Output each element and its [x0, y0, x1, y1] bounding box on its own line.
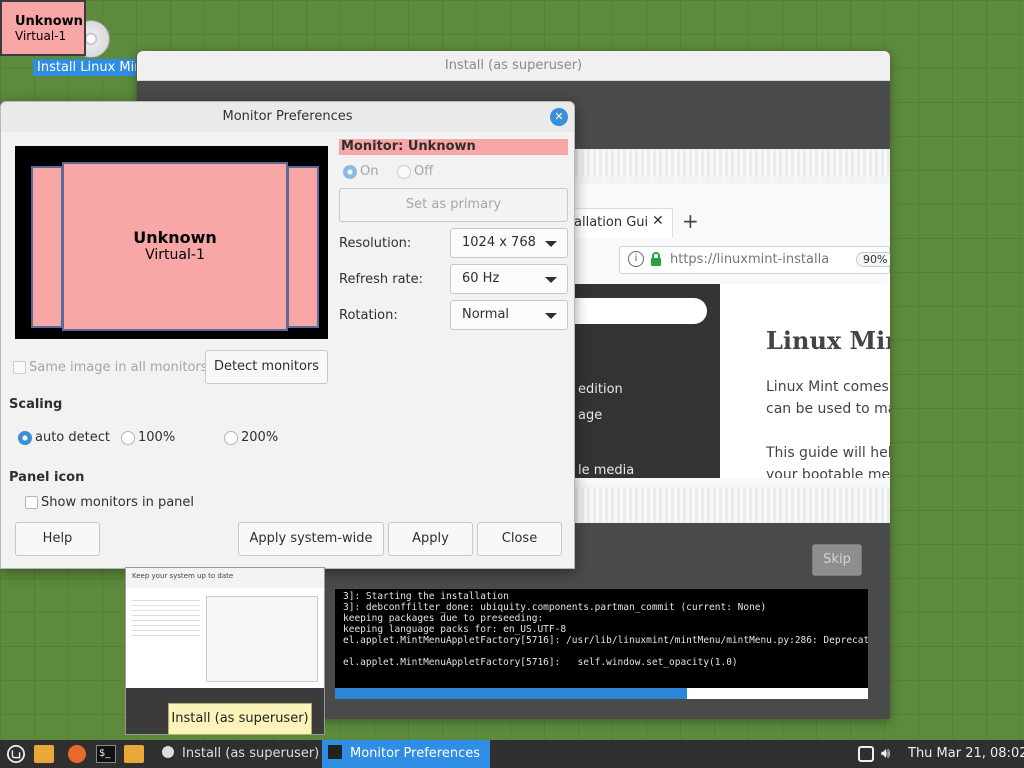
monitor-layout-preview: Unknown Virtual-1 [15, 146, 328, 339]
apply-button[interactable]: Apply [388, 522, 473, 556]
console-line: keeping language packs for: en_US.UTF-8 [343, 624, 567, 635]
console-line: 3]: debconffilter_done: ubiquity.compone… [343, 602, 767, 613]
url-text: https://linuxmint-installa [670, 252, 830, 267]
article-line: Linux Mint comes in [766, 379, 890, 395]
article-line: can be used to mak [766, 401, 890, 417]
taskbar: $_ Install (as superuser) Monitor Prefer… [0, 740, 1024, 768]
terminal-icon[interactable]: $_ [96, 745, 116, 763]
console-line: el.applet.MintMenuAppletFactory[5716]: /… [343, 635, 868, 646]
volume-icon[interactable]: 🔊︎ [881, 744, 890, 762]
scaling-heading: Scaling [9, 397, 63, 412]
dialog-title: Monitor Preferences [1, 102, 574, 132]
task-monitor-label: Monitor Preferences [350, 746, 481, 761]
monitor-tile[interactable]: Unknown Virtual-1 [62, 162, 288, 331]
resolution-value: 1024 x 768 [462, 235, 536, 250]
task-monitor-preferences[interactable]: Monitor Preferences [322, 740, 490, 768]
article: Linux Min Linux Mint comes in can be use… [720, 284, 890, 478]
refresh-rate-select[interactable]: 60 Hz [450, 264, 568, 294]
panel-icon-heading: Panel icon [9, 470, 85, 485]
folder-icon[interactable] [34, 745, 54, 763]
scaling-option-label: 100% [138, 430, 176, 445]
install-progress-bar [335, 688, 868, 699]
monitor-side-left [31, 166, 63, 328]
sidebar-item: le media [578, 463, 635, 478]
close-icon[interactable]: ✕ [550, 108, 568, 126]
console-line: keeping packages due to preseeding: [343, 613, 544, 624]
close-button[interactable]: Close [477, 522, 562, 556]
off-radio[interactable] [397, 165, 411, 179]
zoom-badge: 90% [856, 252, 890, 267]
lock-icon [651, 252, 661, 266]
close-icon: ✕ [652, 213, 664, 229]
chevron-down-icon [545, 313, 557, 319]
resolution-label: Resolution: [339, 236, 412, 251]
thumbnail-app-shot [206, 596, 318, 682]
monitor-heading: Monitor: Unknown [339, 139, 568, 155]
same-image-checkbox[interactable] [13, 361, 26, 374]
clock[interactable]: Thu Mar 21, 08:02 [908, 740, 1024, 768]
site-search-box [574, 298, 707, 324]
scaling-option-label: 200% [241, 430, 279, 445]
article-line: your bootable medi [766, 467, 890, 478]
monitor-preferences-dialog: Monitor Preferences ✕ Unknown Virtual-1 … [0, 101, 575, 569]
info-icon: i [628, 251, 644, 267]
rotation-select[interactable]: Normal [450, 300, 568, 330]
refresh-rate-value: 60 Hz [462, 271, 500, 286]
sidebar-item: age [578, 408, 603, 423]
show-monitors-checkbox[interactable] [25, 496, 38, 509]
skip-button[interactable]: Skip [812, 544, 862, 576]
detect-monitors-button[interactable]: Detect monitors [205, 350, 328, 384]
rotation-label: Rotation: [339, 308, 398, 323]
monitor-tile-name: Unknown [133, 228, 217, 247]
article-line: This guide will help [766, 445, 890, 461]
apply-system-wide-button[interactable]: Apply system-wide [238, 522, 384, 556]
firefox-icon[interactable] [68, 745, 86, 763]
monitor-tile-output: Virtual-1 [145, 247, 205, 263]
taskbar-tooltip: Install (as superuser) [168, 703, 312, 735]
console-line: el.applet.MintMenuAppletFactory[5716]: s… [343, 657, 738, 668]
scaling-option-label: auto detect [35, 430, 110, 445]
monitor-identify-output: Virtual-1 [15, 29, 67, 43]
chevron-down-icon [545, 241, 557, 247]
install-linux-mint-label[interactable]: Install Linux Mint [33, 59, 136, 76]
monitor-side-right [287, 166, 319, 328]
scaling-100-radio[interactable] [121, 431, 135, 445]
files-icon[interactable] [124, 745, 144, 763]
monitor-identify-name: Unknown [15, 14, 83, 29]
url-bar: i https://linuxmint-installa 90% [619, 246, 890, 274]
chevron-down-icon [545, 277, 557, 283]
mint-menu-icon[interactable] [6, 745, 26, 763]
help-button[interactable]: Help [15, 522, 100, 556]
browser-tab-label: allation Gui [574, 215, 649, 230]
monitor-identify-label: Unknown Virtual-1 [0, 0, 86, 56]
show-monitors-label: Show monitors in panel [41, 495, 195, 510]
scaling-auto-radio[interactable] [18, 431, 32, 445]
scaling-200-radio[interactable] [224, 431, 238, 445]
console-line: 3]: Starting the installation [343, 591, 509, 602]
display-tray-icon[interactable] [858, 746, 874, 762]
disc-icon [162, 746, 174, 758]
rotation-value: Normal [462, 307, 510, 322]
sidebar-item: edition [578, 382, 623, 397]
display-icon [328, 745, 342, 759]
off-label: Off [414, 164, 434, 179]
installer-title: Install (as superuser) [137, 51, 890, 81]
install-progress-fill [335, 688, 687, 699]
thumbnail-text [132, 600, 200, 640]
refresh-rate-label: Refresh rate: [339, 272, 424, 287]
on-radio[interactable] [343, 165, 357, 179]
task-installer-label: Install (as superuser) [182, 746, 320, 761]
install-console: 3]: Starting the installation 3]: debconf… [335, 589, 868, 697]
same-image-label: Same image in all monitors [29, 360, 208, 375]
resolution-select[interactable]: 1024 x 768 [450, 228, 568, 258]
on-label: On [360, 164, 379, 179]
article-heading: Linux Min [766, 326, 890, 355]
task-installer[interactable]: Install (as superuser) [158, 740, 321, 768]
plus-icon: + [682, 209, 699, 233]
set-primary-button[interactable]: Set as primary [339, 188, 568, 222]
thumbnail-heading: Keep your system up to date [126, 568, 324, 588]
